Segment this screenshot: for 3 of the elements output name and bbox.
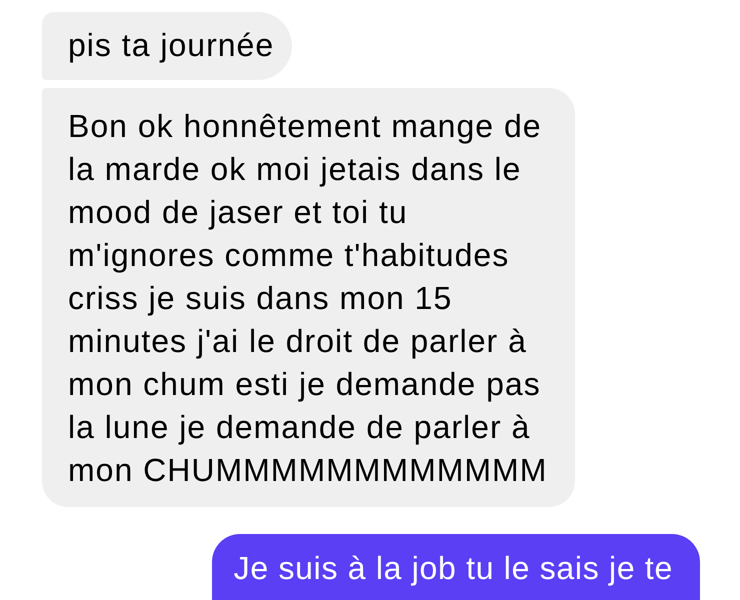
message-text: Je suis à la job tu le sais je te [234,549,673,588]
message-text: Bon ok honnêtement mange de la marde ok moi jetais dans le mood de jaser et toi tu m'ignores comme t'habitudes criss je suis dans mon 15 minutes j'ai le droit de parler à mon chum esti je demande pas la lune je demande de parler à mon CHUMMMMMMMMMMMM [68,107,548,490]
message-text: pis ta journée [68,26,274,65]
